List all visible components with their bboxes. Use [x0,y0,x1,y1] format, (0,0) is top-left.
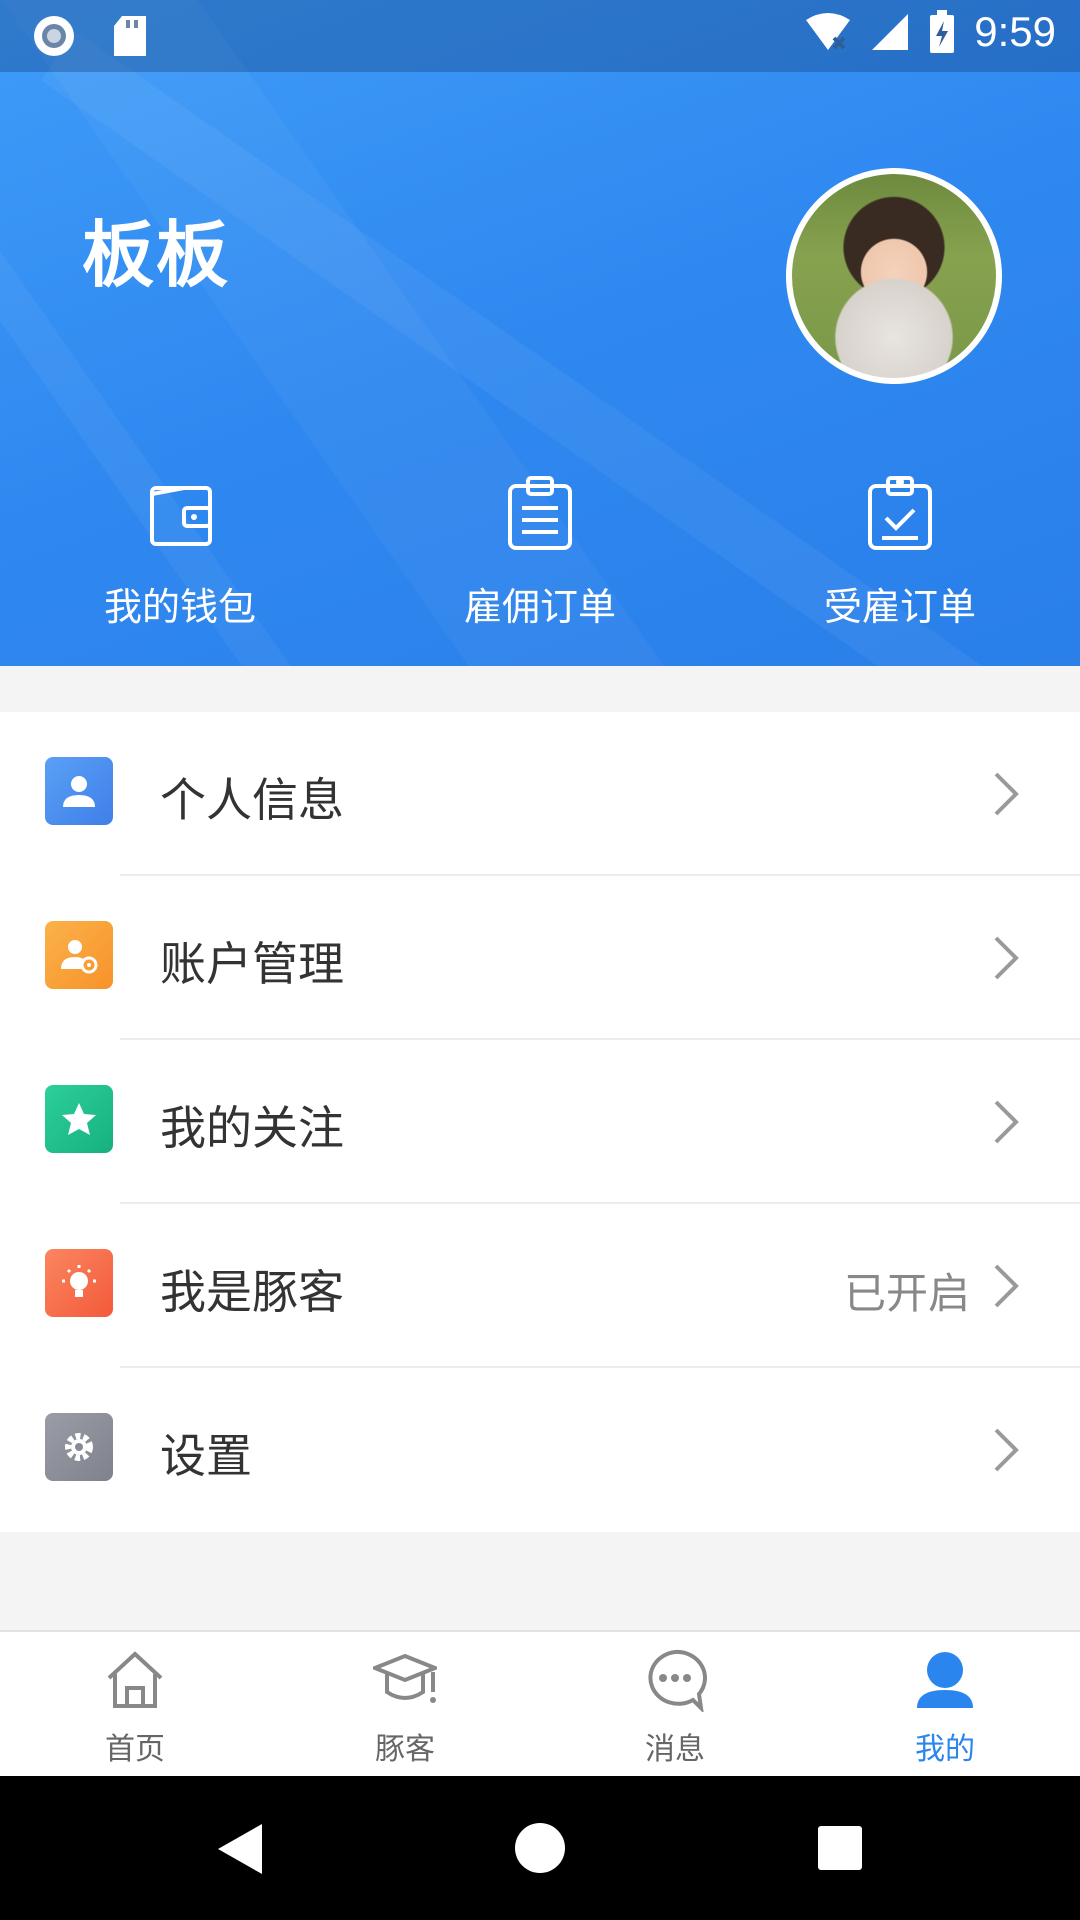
menu-value: 已开启 [843,1269,970,1318]
home-nav-icon[interactable] [514,1822,566,1874]
screen: 9:59 板板 我的钱包 雇佣订单 受雇订单 个人信息 账户管理 我的关注 我是… [0,0,1080,1920]
tab-label: 豚客 [375,1732,435,1767]
user-icon [45,757,113,825]
home-icon [107,1651,163,1708]
system-nav-bar [0,1776,1080,1920]
hire-orders-label: 雇佣订单 [463,585,616,629]
star-icon [45,1085,113,1153]
tab-messages[interactable]: 消息 [575,1648,775,1768]
menu-item-personal-info[interactable]: 个人信息 [0,712,1080,876]
menu-label: 设置 [160,1429,252,1483]
user-settings-icon [45,921,113,989]
back-icon[interactable] [216,1822,266,1876]
wallet-button[interactable]: 我的钱包 [60,474,300,631]
signal-icon [872,14,909,50]
gear-icon [45,1413,113,1481]
profile-header: 9:59 板板 我的钱包 雇佣订单 受雇订单 [0,0,1080,666]
hire-orders-button[interactable]: 雇佣订单 [420,474,660,631]
tab-label: 首页 [105,1732,165,1767]
clipboard-check-icon [868,476,932,550]
chevron-right-icon [994,772,1019,816]
wallet-icon [150,486,212,546]
tab-tunke[interactable]: 豚客 [305,1648,505,1768]
graduation-cap-icon [369,1653,441,1703]
bottom-tab-bar: 首页 豚客 消息 我的 [0,1630,1080,1776]
tab-mine[interactable]: 我的 [845,1648,1045,1768]
person-icon [917,1652,973,1708]
menu-label: 我是豚客 [160,1265,344,1319]
chevron-right-icon [994,1264,1019,1308]
sd-card-icon [114,16,146,56]
profile-username[interactable]: 板板 [82,196,230,301]
clipboard-list-icon [508,476,572,550]
menu-list: 个人信息 账户管理 我的关注 我是豚客 已开启 设置 [0,712,1080,1532]
chevron-right-icon [994,1100,1019,1144]
wifi-off-icon [806,13,851,50]
hired-orders-label: 受雇订单 [823,585,976,629]
record-icon [34,16,74,56]
chat-bubble-icon [648,1649,707,1714]
recents-icon[interactable] [816,1824,864,1872]
wallet-label: 我的钱包 [103,585,256,629]
menu-label: 个人信息 [160,773,344,827]
menu-label: 我的关注 [160,1101,344,1155]
menu-label: 账户管理 [160,937,344,991]
menu-item-settings[interactable]: 设置 [0,1368,1080,1532]
battery-charging-icon [930,10,955,53]
status-time: 9:59 [974,8,1056,55]
hired-orders-button[interactable]: 受雇订单 [780,474,1020,631]
tab-home[interactable]: 首页 [35,1648,235,1768]
chevron-right-icon [994,1428,1019,1472]
menu-item-my-follows[interactable]: 我的关注 [0,1040,1080,1204]
status-bar: 9:59 [0,0,1080,72]
menu-item-account-management[interactable]: 账户管理 [0,876,1080,1040]
tab-label: 我的 [915,1732,975,1767]
tab-label: 消息 [645,1732,705,1767]
lightbulb-icon [45,1249,113,1317]
chevron-right-icon [994,936,1019,980]
menu-item-tunke-mode[interactable]: 我是豚客 已开启 [0,1204,1080,1368]
avatar[interactable] [786,168,1002,384]
